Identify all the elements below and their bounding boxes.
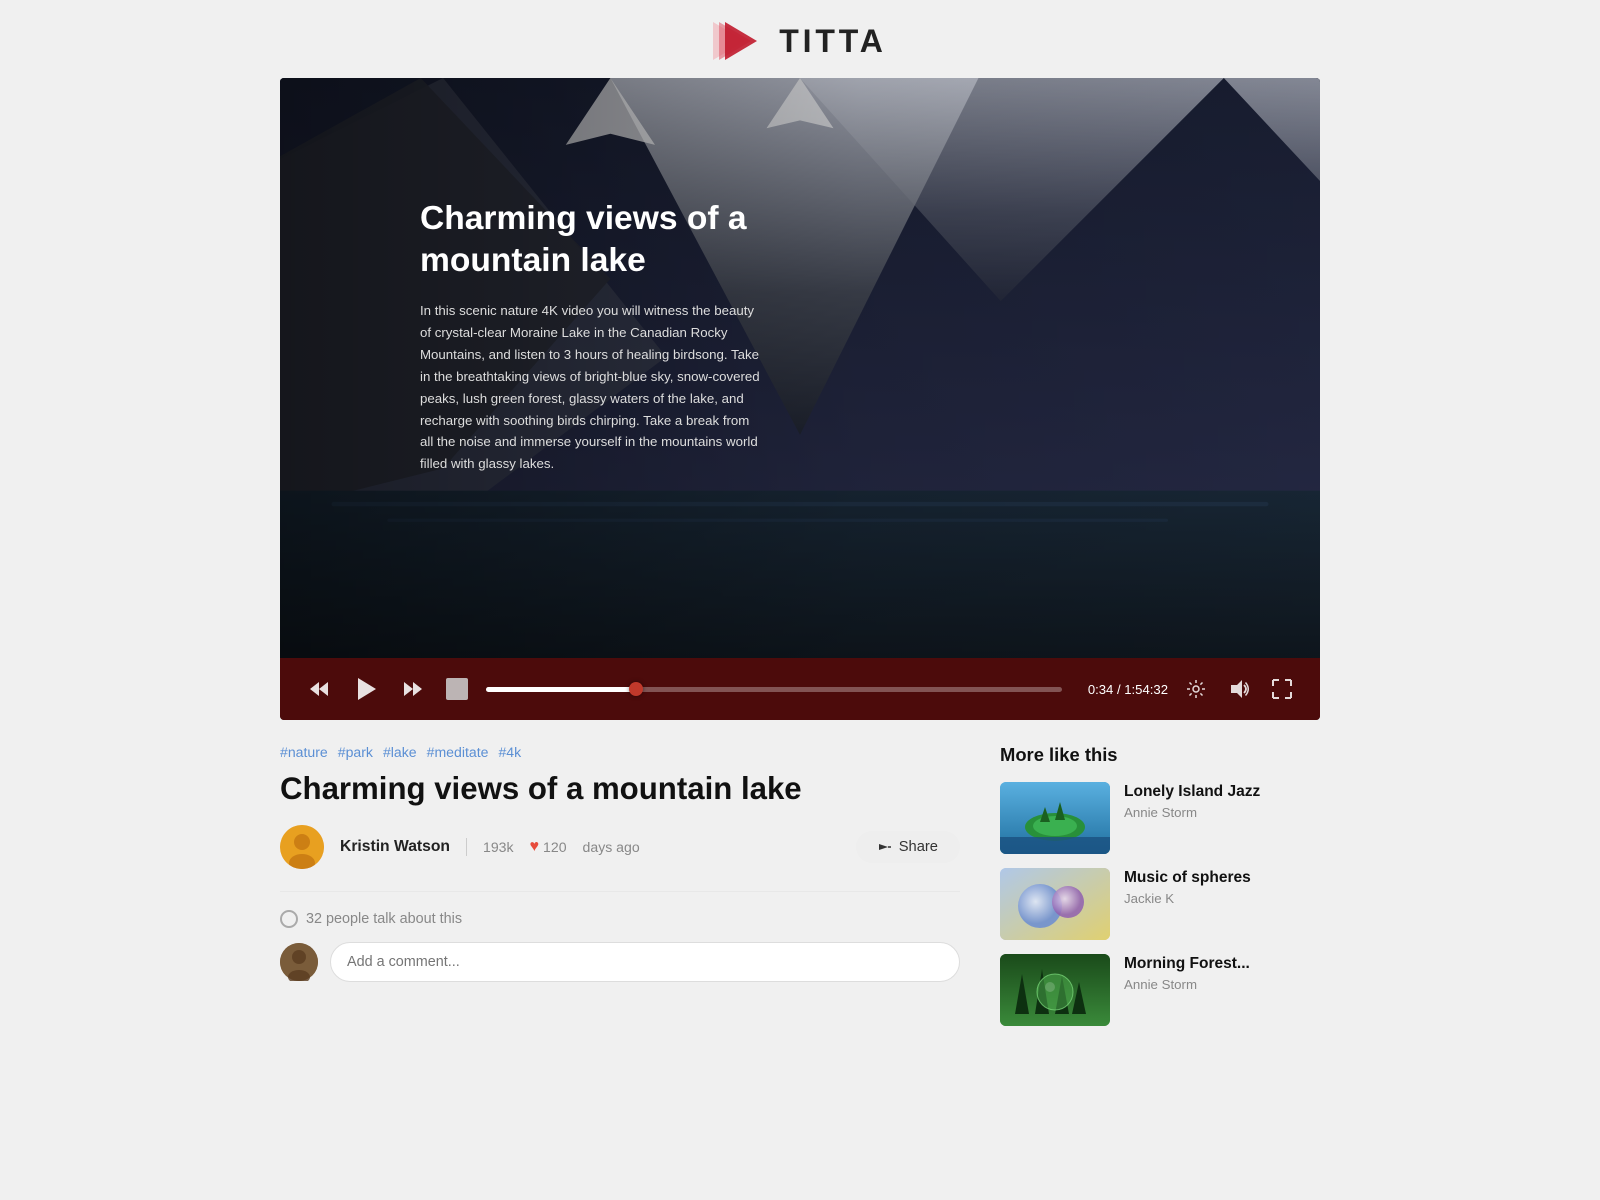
rec-thumb-1 <box>1000 868 1110 940</box>
play-button[interactable] <box>348 671 384 707</box>
meta-row: Kristin Watson 193k ♥ 120 days ago Share <box>280 825 960 869</box>
stop-icon <box>446 678 468 700</box>
commenter-avatar <box>280 943 318 981</box>
page-title: Charming views of a mountain lake <box>280 770 960 807</box>
volume-button[interactable] <box>1224 674 1254 704</box>
comments-count: 32 people talk about this <box>280 910 960 928</box>
likes-count: ♥ 120 <box>530 838 567 856</box>
progress-thumb <box>629 682 643 696</box>
share-button[interactable]: Share <box>856 831 960 863</box>
rec-info-0: Lonely Island Jazz Annie Storm <box>1124 782 1320 820</box>
logo-text: TITTA <box>779 23 886 60</box>
rec-thumb-2 <box>1000 954 1110 1026</box>
header: TITTA <box>0 0 1600 78</box>
tag-4k[interactable]: #4k <box>498 744 521 760</box>
share-label: Share <box>899 839 938 855</box>
forward-icon <box>402 678 424 700</box>
comment-input[interactable] <box>330 942 960 982</box>
forward-button[interactable] <box>398 674 428 704</box>
heart-icon: ♥ <box>530 838 540 856</box>
rec-title-0: Lonely Island Jazz <box>1124 782 1320 801</box>
video-overlay: Charming views of a mountain lake In thi… <box>420 198 760 475</box>
rec-item-1[interactable]: Music of spheres Jackie K <box>1000 868 1320 940</box>
views-count: 193k <box>483 839 514 855</box>
logo-icon <box>713 18 769 64</box>
rec-thumb-0 <box>1000 782 1110 854</box>
play-icon <box>352 675 380 703</box>
add-comment-row <box>280 942 960 982</box>
tag-meditate[interactable]: #meditate <box>427 744 489 760</box>
rec-item-0[interactable]: Lonely Island Jazz Annie Storm <box>1000 782 1320 854</box>
rewind-button[interactable] <box>304 674 334 704</box>
tag-park[interactable]: #park <box>338 744 373 760</box>
comment-bubble-icon <box>280 910 298 928</box>
video-overlay-title: Charming views of a mountain lake <box>420 198 760 282</box>
video-background: Charming views of a mountain lake In thi… <box>280 78 1320 658</box>
sidebar: More like this <box>1000 744 1320 1026</box>
settings-button[interactable] <box>1182 675 1210 703</box>
rec-author-2: Annie Storm <box>1124 977 1320 992</box>
tag-nature[interactable]: #nature <box>280 744 328 760</box>
rec-info-2: Morning Forest... Annie Storm <box>1124 954 1320 992</box>
tag-lake[interactable]: #lake <box>383 744 417 760</box>
stop-button[interactable] <box>442 674 472 704</box>
meta-divider <box>466 838 467 856</box>
comments-section: 32 people talk about this <box>280 891 960 982</box>
fullscreen-icon <box>1272 679 1292 699</box>
video-controls: 0:34 / 1:54:32 <box>280 658 1320 720</box>
rec-author-1: Jackie K <box>1124 891 1320 906</box>
rec-info-1: Music of spheres Jackie K <box>1124 868 1320 906</box>
avatar-image <box>280 825 324 869</box>
author-name: Kristin Watson <box>340 838 450 856</box>
share-icon <box>878 840 892 854</box>
fullscreen-button[interactable] <box>1268 675 1296 703</box>
rec-item-2[interactable]: Morning Forest... Annie Storm <box>1000 954 1320 1026</box>
progress-filled <box>486 687 636 692</box>
video-player: Charming views of a mountain lake In thi… <box>280 78 1320 720</box>
more-like-title: More like this <box>1000 744 1320 766</box>
volume-icon <box>1228 678 1250 700</box>
logo[interactable]: TITTA <box>713 18 886 64</box>
time-display: 0:34 / 1:54:32 <box>1088 682 1168 697</box>
rec-title-1: Music of spheres <box>1124 868 1320 887</box>
days-ago: days ago <box>583 839 640 855</box>
content-area: #nature #park #lake #meditate #4k Charmi… <box>280 720 1320 1026</box>
main-content: #nature #park #lake #meditate #4k Charmi… <box>280 744 960 1026</box>
rec-author-0: Annie Storm <box>1124 805 1320 820</box>
tags-row: #nature #park #lake #meditate #4k <box>280 744 960 760</box>
rec-thumbnail-spheres <box>1000 868 1110 940</box>
rec-thumbnail-island <box>1000 782 1110 854</box>
recommendations-list: Lonely Island Jazz Annie Storm <box>1000 782 1320 1026</box>
progress-bar[interactable] <box>486 687 1062 692</box>
settings-icon <box>1186 679 1206 699</box>
avatar <box>280 825 324 869</box>
rec-thumbnail-forest <box>1000 954 1110 1026</box>
progress-container[interactable] <box>486 687 1062 692</box>
rec-title-2: Morning Forest... <box>1124 954 1320 973</box>
rewind-icon <box>308 678 330 700</box>
video-overlay-desc: In this scenic nature 4K video you will … <box>420 300 760 475</box>
commenter-avatar-image <box>280 943 318 981</box>
